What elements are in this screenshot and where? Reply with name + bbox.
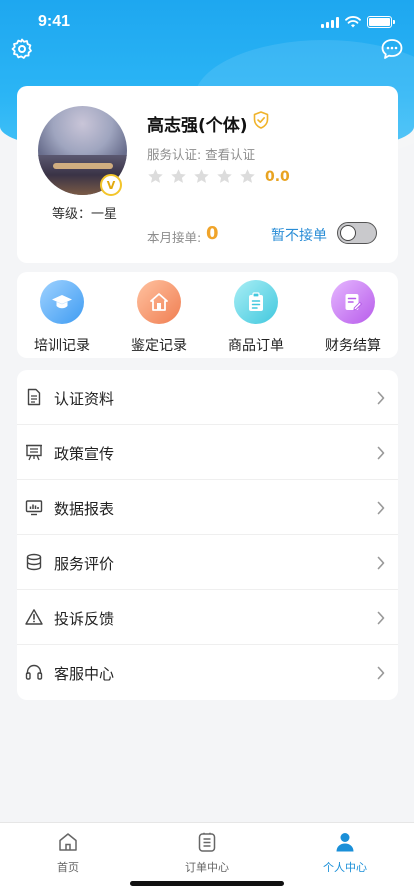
tab-label: 订单中心: [185, 861, 229, 874]
document-icon: [27, 388, 41, 406]
quick-action-label: 培训记录: [34, 338, 90, 354]
tab-profile[interactable]: 个人中心: [300, 831, 390, 875]
chevron-right-icon: [377, 556, 385, 570]
megaphone-icon: [26, 444, 42, 461]
chevron-right-icon: [377, 391, 385, 405]
monthly-orders-count: 0: [206, 223, 219, 244]
star-icon: [148, 169, 163, 183]
menu-item-complaint[interactable]: 投诉反馈: [17, 590, 398, 645]
menu-item-label: 政策宣传: [54, 445, 115, 463]
status-bar: 9:41: [0, 0, 414, 44]
battery-icon: [367, 16, 395, 28]
order-list-icon: [198, 832, 216, 852]
house-icon: [137, 280, 181, 324]
chevron-right-icon: [377, 446, 385, 460]
certification-link[interactable]: 服务认证: 查看认证: [147, 144, 255, 163]
quick-action-appraisal[interactable]: 鉴定记录: [119, 280, 199, 355]
database-icon: [26, 553, 42, 571]
chat-bubble-icon[interactable]: [380, 37, 404, 61]
quick-action-label: 鉴定记录: [131, 338, 187, 354]
status-time: 9:41: [38, 13, 71, 30]
star-icon: [240, 169, 255, 183]
profile-card: V 等级：一星 高志强(个体) 服务认证: 查看认证 0.0 本月接单: 0 暂…: [17, 86, 398, 263]
vip-badge: V: [100, 174, 122, 196]
menu-item-certification-docs[interactable]: 认证资料: [17, 370, 398, 425]
quick-actions-card: 培训记录 鉴定记录 商品订单 财务结算: [17, 272, 398, 358]
quick-action-label: 商品订单: [228, 338, 284, 354]
settings-gear-icon[interactable]: [10, 37, 34, 61]
menu-item-label: 服务评价: [54, 555, 115, 573]
menu-item-policy[interactable]: 政策宣传: [17, 425, 398, 480]
chevron-right-icon: [377, 501, 385, 515]
tab-orders[interactable]: 订单中心: [162, 831, 252, 875]
tab-home[interactable]: 首页: [23, 831, 113, 875]
menu-item-label: 数据报表: [54, 500, 115, 518]
tab-label: 个人中心: [323, 861, 367, 874]
menu-item-customer-service[interactable]: 客服中心: [17, 645, 398, 700]
accept-orders-toggle[interactable]: [337, 222, 377, 244]
quick-action-finance[interactable]: 财务结算: [313, 280, 393, 355]
verified-shield-icon: [253, 111, 269, 129]
star-icon: [194, 169, 209, 183]
clipboard-icon: [234, 280, 278, 324]
edit-document-icon: [331, 280, 375, 324]
star-icon: [217, 169, 232, 183]
rating-value: 0.0: [265, 169, 290, 185]
warning-icon: [25, 609, 43, 625]
chart-monitor-icon: [25, 500, 43, 516]
person-icon: [336, 833, 354, 852]
monthly-orders-label: 本月接单:: [147, 230, 202, 245]
rating-stars: [147, 168, 256, 185]
menu-item-label: 客服中心: [54, 665, 115, 683]
menu-item-label: 投诉反馈: [54, 610, 115, 628]
cellular-signal-icon: [321, 16, 339, 28]
star-icon: [171, 169, 186, 183]
quick-action-label: 财务结算: [325, 338, 381, 354]
quick-action-product-orders[interactable]: 商品订单: [216, 280, 296, 355]
tab-label: 首页: [57, 861, 79, 874]
home-indicator: [130, 881, 284, 886]
quick-action-training[interactable]: 培训记录: [22, 280, 102, 355]
user-name: 高志强(个体): [147, 116, 248, 136]
graduation-cap-icon: [40, 280, 84, 324]
menu-item-data-reports[interactable]: 数据报表: [17, 480, 398, 535]
level-text: 等级：一星: [52, 207, 118, 222]
menu-item-label: 认证资料: [54, 390, 115, 408]
menu-item-service-review[interactable]: 服务评价: [17, 535, 398, 590]
status-icons: [321, 16, 395, 28]
headset-icon: [25, 664, 43, 680]
chevron-right-icon: [377, 666, 385, 680]
home-icon: [59, 833, 77, 851]
wifi-icon: [345, 16, 361, 28]
accept-orders-label: 暂不接单: [271, 228, 327, 244]
chevron-right-icon: [377, 611, 385, 625]
menu-list: 认证资料 政策宣传 数据报表 服务评价 投诉反馈 客服中心: [17, 370, 398, 700]
